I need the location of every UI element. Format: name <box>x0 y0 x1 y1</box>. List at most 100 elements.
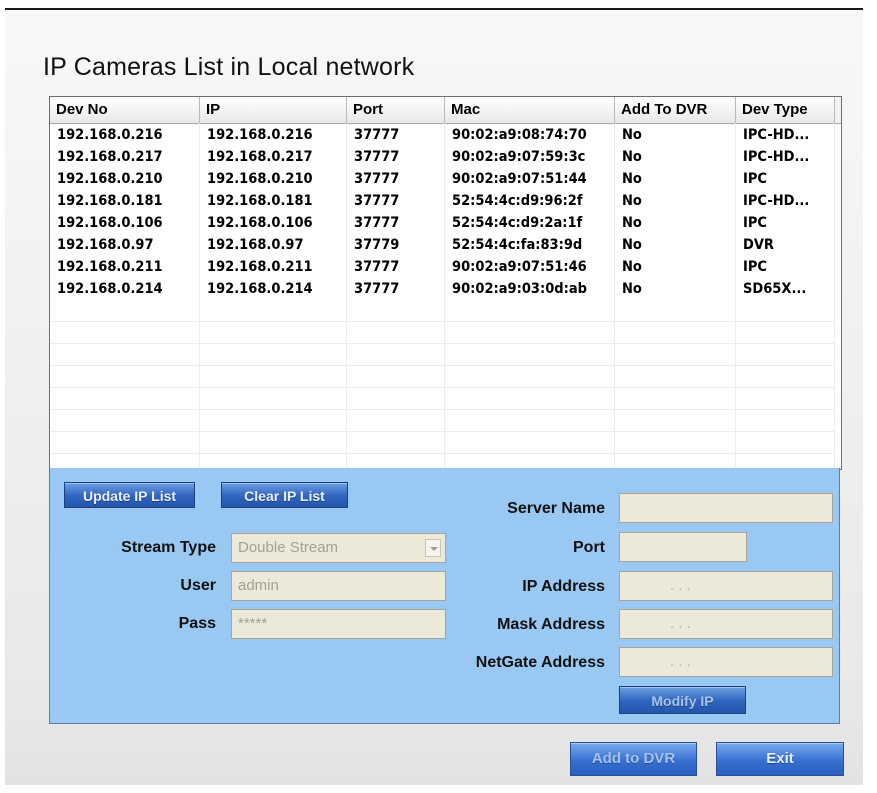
modify-ip-button[interactable]: Modify IP <box>619 686 746 714</box>
cell-add-to-dvr: No <box>622 127 642 143</box>
cell-mac: 52:54:4c:d9:96:2f <box>452 193 583 209</box>
cell-port: 37779 <box>354 237 400 253</box>
cell-add-to-dvr: No <box>622 237 642 253</box>
cell-port: 37777 <box>354 281 400 297</box>
cell-mac: 90:02:a9:07:51:44 <box>452 171 587 187</box>
cell-port: 37777 <box>354 193 400 209</box>
port-label: Port <box>573 539 605 556</box>
cell-port: 37777 <box>354 127 400 143</box>
cell-dev-no: 192.168.0.211 <box>57 259 163 275</box>
cell-mac: 90:02:a9:03:0d:ab <box>452 281 587 297</box>
stream-type-select[interactable]: Double Stream <box>231 533 446 563</box>
cell-mac: 52:54:4c:fa:83:9d <box>452 237 583 253</box>
camera-list-table[interactable]: Dev No IP Port Mac Add To DVR Dev Type 1… <box>49 96 842 470</box>
cell-dev-type: IPC <box>743 215 767 231</box>
ip-address-dots: . . . <box>670 577 691 594</box>
server-name-label: Server Name <box>507 500 605 517</box>
grid-line <box>50 409 835 410</box>
cell-port: 37777 <box>354 171 400 187</box>
mask-address-dots: . . . <box>670 615 691 632</box>
user-label: User <box>180 577 216 594</box>
grid-line <box>50 321 835 322</box>
mask-address-label: Mask Address <box>497 616 605 633</box>
cell-mac: 52:54:4c:d9:2a:1f <box>452 215 583 231</box>
port-field[interactable] <box>619 532 747 562</box>
grid-line <box>50 453 835 454</box>
column-header-add-to-dvr[interactable]: Add To DVR <box>615 97 736 123</box>
dialog-title: IP Cameras List in Local network <box>43 53 415 81</box>
stream-type-value: Double Stream <box>238 539 339 556</box>
add-to-dvr-button[interactable]: Add to DVR <box>570 742 697 776</box>
column-header-port[interactable]: Port <box>347 97 445 123</box>
user-field[interactable]: admin <box>231 571 446 601</box>
cell-ip: 192.168.0.217 <box>207 149 313 165</box>
grid-line <box>50 387 835 388</box>
cell-add-to-dvr: No <box>622 171 642 187</box>
clear-ip-list-button[interactable]: Clear IP List <box>221 482 348 508</box>
table-row[interactable]: 192.168.0.216 192.168.0.216 37777 90:02:a9:… <box>50 124 835 146</box>
table-row[interactable]: 192.168.0.97 192.168.0.97 37779 52:54:4c:fa… <box>50 234 835 256</box>
netgate-address-label: NetGate Address <box>475 654 605 671</box>
cell-dev-no: 192.168.0.217 <box>57 149 163 165</box>
cell-ip: 192.168.0.216 <box>207 127 313 143</box>
cell-ip: 192.168.0.214 <box>207 281 313 297</box>
column-header-mac[interactable]: Mac <box>445 97 615 123</box>
column-header-dev-type[interactable]: Dev Type <box>736 97 835 123</box>
cell-add-to-dvr: No <box>622 281 642 297</box>
chevron-down-icon[interactable] <box>425 539 441 557</box>
table-row[interactable]: 192.168.0.181 192.168.0.181 37777 52:54:4c:… <box>50 190 835 212</box>
grid-line <box>50 431 835 432</box>
ip-address-field[interactable]: . . . <box>619 571 833 601</box>
cell-port: 37777 <box>354 149 400 165</box>
cell-add-to-dvr: No <box>622 149 642 165</box>
table-row[interactable]: 192.168.0.106 192.168.0.106 37777 52:54:4c:… <box>50 212 835 234</box>
exit-button[interactable]: Exit <box>716 742 844 776</box>
cell-dev-no: 192.168.0.181 <box>57 193 163 209</box>
table-header: Dev No IP Port Mac Add To DVR Dev Type <box>50 97 841 124</box>
cell-ip: 192.168.0.210 <box>207 171 313 187</box>
cell-mac: 90:02:a9:08:74:70 <box>452 127 587 143</box>
pass-label: Pass <box>178 615 216 632</box>
ip-address-label: IP Address <box>522 578 605 595</box>
grid-line <box>50 365 835 366</box>
cell-dev-no: 192.168.0.216 <box>57 127 163 143</box>
cell-port: 37777 <box>354 259 400 275</box>
cell-ip: 192.168.0.97 <box>207 237 304 253</box>
cell-dev-type: IPC-HD... <box>743 127 810 143</box>
stream-type-label: Stream Type <box>121 539 216 556</box>
table-row[interactable]: 192.168.0.211 192.168.0.211 37777 90:02:a9:… <box>50 256 835 278</box>
cell-dev-no: 192.168.0.214 <box>57 281 163 297</box>
cell-dev-type: IPC <box>743 171 767 187</box>
table-row[interactable]: 192.168.0.214 192.168.0.214 37777 90:02:a9:… <box>50 278 835 300</box>
cell-dev-type: IPC-HD... <box>743 193 810 209</box>
cell-port: 37777 <box>354 215 400 231</box>
cell-ip: 192.168.0.106 <box>207 215 313 231</box>
cell-mac: 90:02:a9:07:51:46 <box>452 259 587 275</box>
pass-field[interactable]: ***** <box>231 609 446 639</box>
ip-camera-dialog: IP Cameras List in Local network Dev No … <box>5 8 863 785</box>
cell-dev-type: SD65X... <box>743 281 807 297</box>
settings-panel: Update IP List Clear IP List Stream Type… <box>49 468 840 724</box>
cell-mac: 90:02:a9:07:59:3c <box>452 149 586 165</box>
server-name-field[interactable] <box>619 493 833 523</box>
column-header-dev-no[interactable]: Dev No <box>50 97 200 123</box>
table-row[interactable]: 192.168.0.210 192.168.0.210 37777 90:02:a9:… <box>50 168 835 190</box>
update-ip-list-button[interactable]: Update IP List <box>64 482 195 508</box>
netgate-address-field[interactable]: . . . <box>619 647 833 677</box>
cell-add-to-dvr: No <box>622 259 642 275</box>
cell-dev-type: IPC-HD... <box>743 149 810 165</box>
cell-ip: 192.168.0.181 <box>207 193 313 209</box>
cell-add-to-dvr: No <box>622 193 642 209</box>
cell-dev-no: 192.168.0.106 <box>57 215 163 231</box>
mask-address-field[interactable]: . . . <box>619 609 833 639</box>
cell-dev-no: 192.168.0.97 <box>57 237 154 253</box>
cell-dev-type: IPC <box>743 259 767 275</box>
table-row[interactable]: 192.168.0.217 192.168.0.217 37777 90:02:a9:… <box>50 146 835 168</box>
cell-add-to-dvr: No <box>622 215 642 231</box>
cell-ip: 192.168.0.211 <box>207 259 313 275</box>
netgate-address-dots: . . . <box>670 653 691 670</box>
cell-dev-no: 192.168.0.210 <box>57 171 163 187</box>
grid-line <box>50 343 835 344</box>
column-header-ip[interactable]: IP <box>200 97 347 123</box>
cell-dev-type: DVR <box>743 237 774 253</box>
